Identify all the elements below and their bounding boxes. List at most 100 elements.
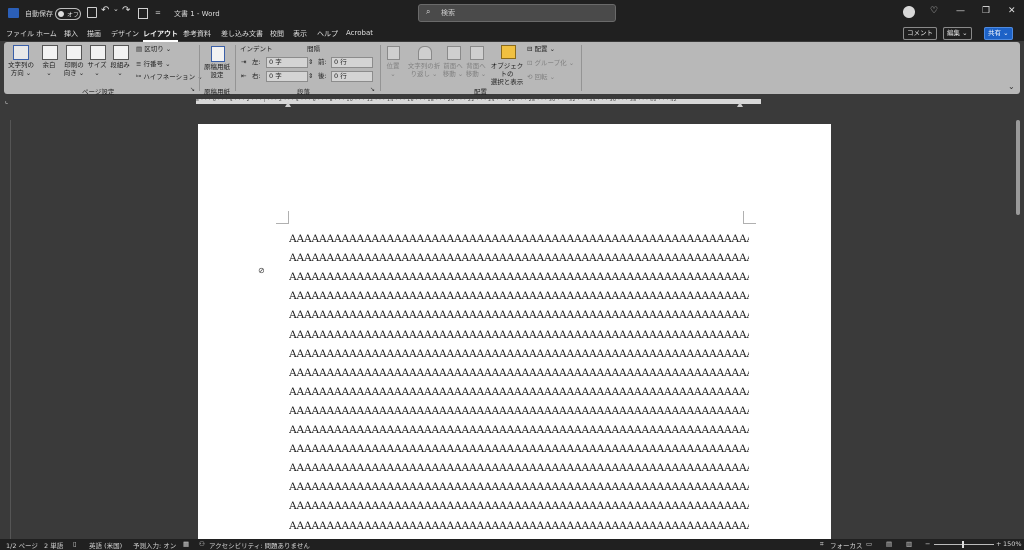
rotate-button[interactable]: ⟲ 回転 ⌄ (527, 73, 555, 81)
bring-forward-button[interactable]: 前面へ 移動 ⌄ (442, 62, 464, 78)
tab-home[interactable]: ホーム (36, 29, 57, 39)
print-layout-icon[interactable]: ▤ (886, 540, 892, 548)
size-button[interactable]: サイズ ⌄ (86, 61, 108, 77)
read-mode-icon[interactable]: ▭ (866, 540, 872, 548)
zoom-slider[interactable] (934, 544, 994, 545)
predictive-text-status[interactable]: 予測入力: オン (133, 540, 176, 550)
paragraph-launcher-icon[interactable]: ↘ (370, 86, 375, 93)
selection-pane-button[interactable]: オブジェクトの 選択と表示 (489, 62, 525, 86)
page-setup-launcher-icon[interactable]: ↘ (190, 86, 195, 93)
document-line[interactable]: AAAAAAAAAAAAAAAAAAAAAAAAAAAAAAAAAAAAAAAA… (289, 443, 749, 455)
document-line[interactable]: AAAAAAAAAAAAAAAAAAAAAAAAAAAAAAAAAAAAAAAA… (289, 462, 749, 474)
search-box[interactable]: ⌕ 検索 (418, 4, 616, 22)
editing-button[interactable]: 編集 ⌄ (943, 27, 972, 40)
document-title: 文書 1 - Word (174, 10, 220, 18)
spacing-before-label: 前: (318, 58, 327, 66)
right-indent-marker[interactable] (737, 102, 743, 107)
accessibility-status[interactable]: アクセシビリティ: 問題ありません (209, 540, 310, 550)
document-line[interactable]: AAAAAAAAAAAAAAAAAAAAAAAAAAAAAAAAAAAAAAAA… (289, 329, 749, 341)
proofing-icon[interactable]: ▯ (73, 540, 77, 548)
accessibility-icon[interactable]: ⚇ (199, 540, 205, 548)
comment-button[interactable]: コメント (903, 27, 937, 40)
print-preview-icon[interactable] (138, 8, 148, 19)
scrollbar-thumb[interactable] (1016, 120, 1020, 215)
zoom-slider-thumb[interactable] (962, 541, 964, 548)
document-line[interactable]: AAAAAAAAAAAAAAAAAAAAAAAAAAAAAAAAAAAAAAAA… (289, 520, 749, 532)
manuscript-settings-button[interactable]: 原稿用紙 設定 (202, 63, 232, 79)
account-avatar[interactable] (903, 6, 915, 18)
spacing-before-input[interactable]: 0 行 (331, 57, 373, 68)
zoom-in-icon[interactable]: + (996, 540, 1001, 548)
autosave-toggle[interactable]: オフ (55, 8, 81, 20)
page-count[interactable]: 1/2 ページ (6, 540, 38, 550)
search-input[interactable]: 検索 (441, 8, 455, 18)
group-button[interactable]: ⊡ グループ化 ⌄ (527, 59, 574, 67)
web-layout-icon[interactable]: ▥ (906, 540, 912, 548)
manuscript-icon (211, 46, 225, 62)
breaks-button[interactable]: ▤ 区切り ⌄ (136, 45, 171, 53)
tab-file[interactable]: ファイル (6, 29, 34, 39)
document-line[interactable]: AAAAAAAAAAAAAAAAAAAAAAAAAAAAAAAAAAAAAAAA… (289, 290, 749, 302)
share-button[interactable]: 共有 ⌄ (984, 27, 1013, 40)
tab-mailings[interactable]: 差し込み文書 (221, 29, 263, 39)
tab-help[interactable]: ヘルプ (317, 29, 338, 39)
tab-design[interactable]: デザイン (111, 29, 139, 39)
undo-dropdown-icon[interactable]: ⌄ (113, 5, 119, 13)
text-direction-icon (13, 45, 29, 60)
crop-mark-top-right (743, 211, 756, 224)
tab-references[interactable]: 参考資料 (183, 29, 211, 39)
text-direction-button[interactable]: 文字列の 方向 ⌄ (8, 61, 34, 77)
tab-layout[interactable]: レイアウト (143, 29, 178, 42)
language-status[interactable]: 英語 (米国) (89, 540, 122, 550)
tab-draw[interactable]: 描画 (87, 29, 101, 39)
crop-mark-top-left (276, 211, 289, 224)
word-count[interactable]: 2 単語 (44, 540, 63, 550)
indent-right-input[interactable]: 0 字 (266, 71, 308, 82)
document-line[interactable]: AAAAAAAAAAAAAAAAAAAAAAAAAAAAAAAAAAAAAAAA… (289, 424, 749, 436)
tab-insert[interactable]: 挿入 (64, 29, 78, 39)
document-line[interactable]: AAAAAAAAAAAAAAAAAAAAAAAAAAAAAAAAAAAAAAAA… (289, 233, 749, 245)
undo-icon[interactable]: ↶ (101, 5, 109, 16)
tab-view[interactable]: 表示 (293, 29, 307, 39)
document-line[interactable]: AAAAAAAAAAAAAAAAAAAAAAAAAAAAAAAAAAAAAAAA… (289, 500, 749, 512)
spacing-after-icon: ⇕ (308, 72, 314, 80)
orientation-button[interactable]: 印刷の 向き ⌄ (61, 61, 87, 77)
redo-icon[interactable]: ↷ (122, 5, 130, 16)
document-line[interactable]: AAAAAAAAAAAAAAAAAAAAAAAAAAAAAAAAAAAAAAAA… (289, 386, 749, 398)
document-line[interactable]: AAAAAAAAAAAAAAAAAAAAAAAAAAAAAAAAAAAAAAAA… (289, 309, 749, 321)
collapse-ribbon-icon[interactable]: ⌄ (1008, 82, 1015, 91)
document-line[interactable]: AAAAAAAAAAAAAAAAAAAAAAAAAAAAAAAAAAAAAAAA… (289, 367, 749, 379)
position-button[interactable]: 位置 ⌄ (382, 62, 404, 78)
margins-button[interactable]: 余白 ⌄ (38, 61, 60, 77)
minimize-button[interactable]: — (956, 6, 965, 16)
indent-left-input[interactable]: 0 字 (266, 57, 308, 68)
zoom-out-icon[interactable]: − (925, 540, 930, 548)
tab-review[interactable]: 校閲 (270, 29, 284, 39)
zoom-level[interactable]: 150% (1003, 540, 1022, 548)
focus-button[interactable]: フォーカス (830, 540, 863, 550)
send-backward-button[interactable]: 背面へ 移動 ⌄ (464, 62, 488, 78)
restore-button[interactable]: ❐ (982, 6, 990, 16)
track-changes-icon[interactable]: ▦ (183, 540, 189, 548)
left-indent-marker[interactable] (285, 102, 291, 107)
document-line[interactable]: AAAAAAAAAAAAAAAAAAAAAAAAAAAAAAAAAAAAAAAA… (289, 481, 749, 493)
document-line[interactable]: AAAAAAAAAAAAAAAAAAAAAAAAAAAAAAAAAAAAAAAA… (289, 271, 749, 283)
document-line[interactable]: AAAAAAAAAAAAAAAAAAAAAAAAAAAAAAAAAAAAAAAA… (289, 405, 749, 417)
lightbulb-icon[interactable]: ♡ (930, 6, 938, 16)
columns-button[interactable]: 段組み ⌄ (108, 61, 132, 77)
save-icon[interactable] (87, 7, 97, 18)
spacing-after-input[interactable]: 0 行 (331, 71, 373, 82)
tab-acrobat[interactable]: Acrobat (346, 29, 373, 37)
align-button[interactable]: ⊟ 配置 ⌄ (527, 45, 555, 53)
focus-icon[interactable]: ⌗ (820, 540, 824, 549)
document-line[interactable]: AAAAAAAAAAAAAAAAAAAAAAAAAAAAAAAAAAAAAAAA… (289, 348, 749, 360)
tab-selector-icon[interactable]: ⌞ (5, 97, 8, 105)
customize-qat-icon[interactable]: = (155, 9, 161, 17)
document-line[interactable]: AAAAAAAAAAAAAAAAAAAAAAAAAAAAAAAAAAAAAAAA… (289, 252, 749, 264)
hyphenation-button[interactable]: ᵇᵃ ハイフネーション ⌄ (136, 73, 203, 81)
line-numbers-button[interactable]: ≡ 行番号 ⌄ (136, 60, 171, 68)
vertical-ruler[interactable] (2, 120, 11, 540)
close-button[interactable]: ✕ (1008, 6, 1016, 16)
word-app-icon (8, 8, 19, 18)
wrap-text-button[interactable]: 文字列の折 り返し ⌄ (406, 62, 442, 78)
